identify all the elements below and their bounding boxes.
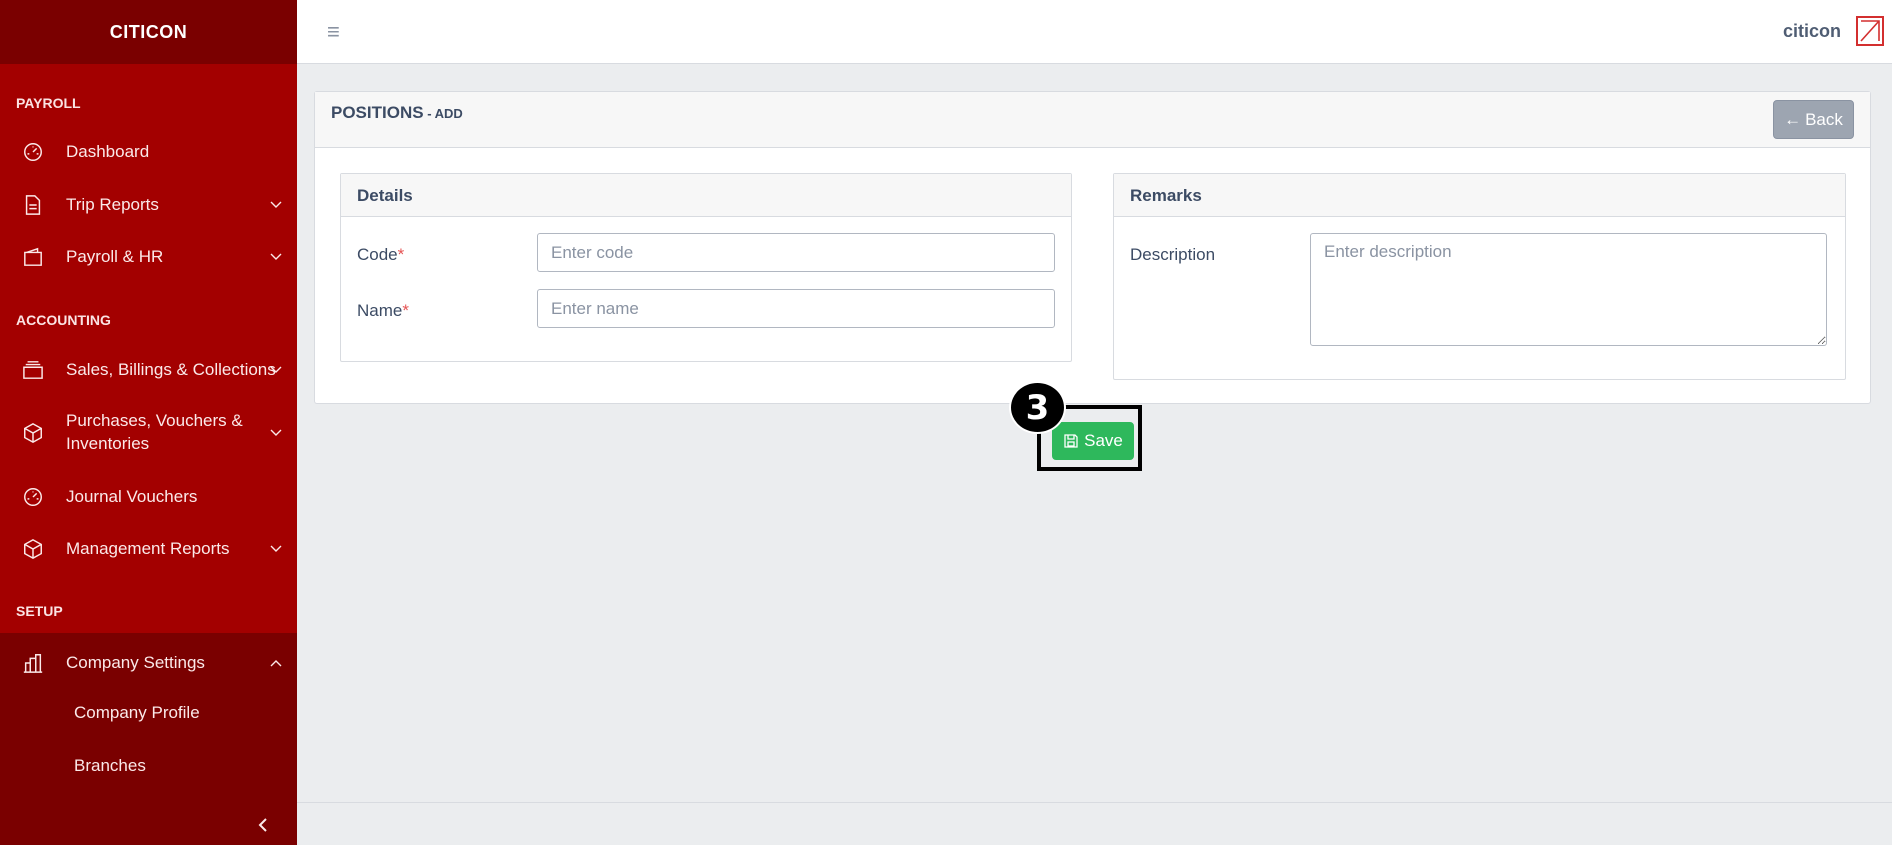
top-header: ≡ citicon — [297, 0, 1892, 64]
speedometer-icon — [21, 140, 45, 164]
username[interactable]: citicon — [1783, 21, 1841, 42]
sidebar-item-label: Purchases, Vouchers & — [66, 411, 243, 430]
sidebar-item-trip-reports[interactable]: Trip Reports — [0, 193, 297, 217]
sidebar-item-label: Sales, Billings & Collections — [66, 360, 276, 379]
sidebar-item-management-reports[interactable]: Management Reports — [0, 537, 297, 561]
chevron-up-icon — [269, 656, 283, 670]
document-icon — [21, 193, 45, 217]
card-header: POSITIONS - ADD ← Back — [315, 92, 1870, 148]
sidebar-item-purchases[interactable]: Purchases, Vouchers & Inventories — [0, 410, 297, 456]
nav-section-setup: SETUP — [16, 603, 63, 619]
nav-section-accounting: ACCOUNTING — [16, 312, 111, 328]
details-heading: Details — [341, 174, 1071, 217]
sidebar-item-label: Journal Vouchers — [66, 487, 198, 506]
cube-icon — [21, 421, 45, 445]
sidebar-item-branches[interactable]: Branches — [74, 756, 146, 776]
cube-icon — [21, 537, 45, 561]
sidebar-item-label: Payroll & HR — [66, 247, 164, 266]
chevron-down-icon — [269, 250, 283, 264]
description-label: Description — [1130, 245, 1216, 264]
sidebar-item-company-settings[interactable]: Company Settings — [0, 651, 297, 675]
speedometer-icon — [21, 485, 45, 509]
name-label: Name* — [357, 301, 409, 320]
sidebar-item-payroll-hr[interactable]: Payroll & HR — [0, 245, 297, 269]
save-button[interactable]: Save — [1052, 422, 1134, 460]
sidebar-item-label: Inventories — [66, 434, 150, 453]
description-textarea[interactable] — [1310, 233, 1827, 346]
sidebar-item-dashboard[interactable]: Dashboard — [0, 140, 297, 164]
nav-section-payroll: PAYROLL — [16, 95, 81, 111]
chevron-down-icon — [269, 198, 283, 212]
code-input[interactable] — [537, 233, 1055, 272]
avatar[interactable] — [1856, 16, 1884, 46]
broken-image-icon — [1860, 20, 1880, 42]
sidebar-item-label: Dashboard — [66, 142, 150, 161]
hamburger-menu-icon[interactable]: ≡ — [327, 20, 351, 44]
footer — [297, 802, 1892, 845]
page-title: POSITIONS - ADD — [331, 103, 463, 122]
remarks-panel: Remarks Description — [1113, 173, 1846, 380]
arrow-left-icon: ← — [1784, 109, 1802, 129]
chevron-left-icon — [257, 817, 273, 833]
positions-card: POSITIONS - ADD ← Back Details Code* Nam… — [314, 91, 1871, 404]
annotation-step-badge: 3 — [1009, 381, 1066, 434]
page-subtitle: - ADD — [423, 106, 463, 121]
code-label: Code* — [357, 245, 405, 264]
chevron-down-icon — [269, 363, 283, 377]
sidebar-item-label: Company Settings — [66, 653, 205, 672]
brand-logo[interactable]: CITICON — [0, 0, 297, 64]
floppy-disk-icon — [1064, 434, 1078, 448]
sidebar-item-sales[interactable]: Sales, Billings & Collections — [0, 358, 297, 382]
layers-icon — [21, 358, 45, 382]
sidebar-minimizer[interactable] — [0, 805, 297, 845]
sidebar: CITICON PAYROLL Dashboard Trip Reports P… — [0, 0, 297, 845]
wallet-icon — [21, 245, 45, 269]
sidebar-item-label: Trip Reports — [66, 195, 159, 214]
sidebar-item-label: Management Reports — [66, 539, 230, 558]
chevron-down-icon — [269, 542, 283, 556]
sidebar-item-company-profile[interactable]: Company Profile — [74, 703, 200, 723]
sidebar-item-journal-vouchers[interactable]: Journal Vouchers — [0, 485, 297, 509]
building-icon — [21, 651, 45, 675]
name-input[interactable] — [537, 289, 1055, 328]
details-panel: Details Code* Name* — [340, 173, 1072, 362]
remarks-heading: Remarks — [1114, 174, 1845, 217]
chevron-down-icon — [269, 426, 283, 440]
back-button[interactable]: ← Back — [1773, 100, 1854, 139]
